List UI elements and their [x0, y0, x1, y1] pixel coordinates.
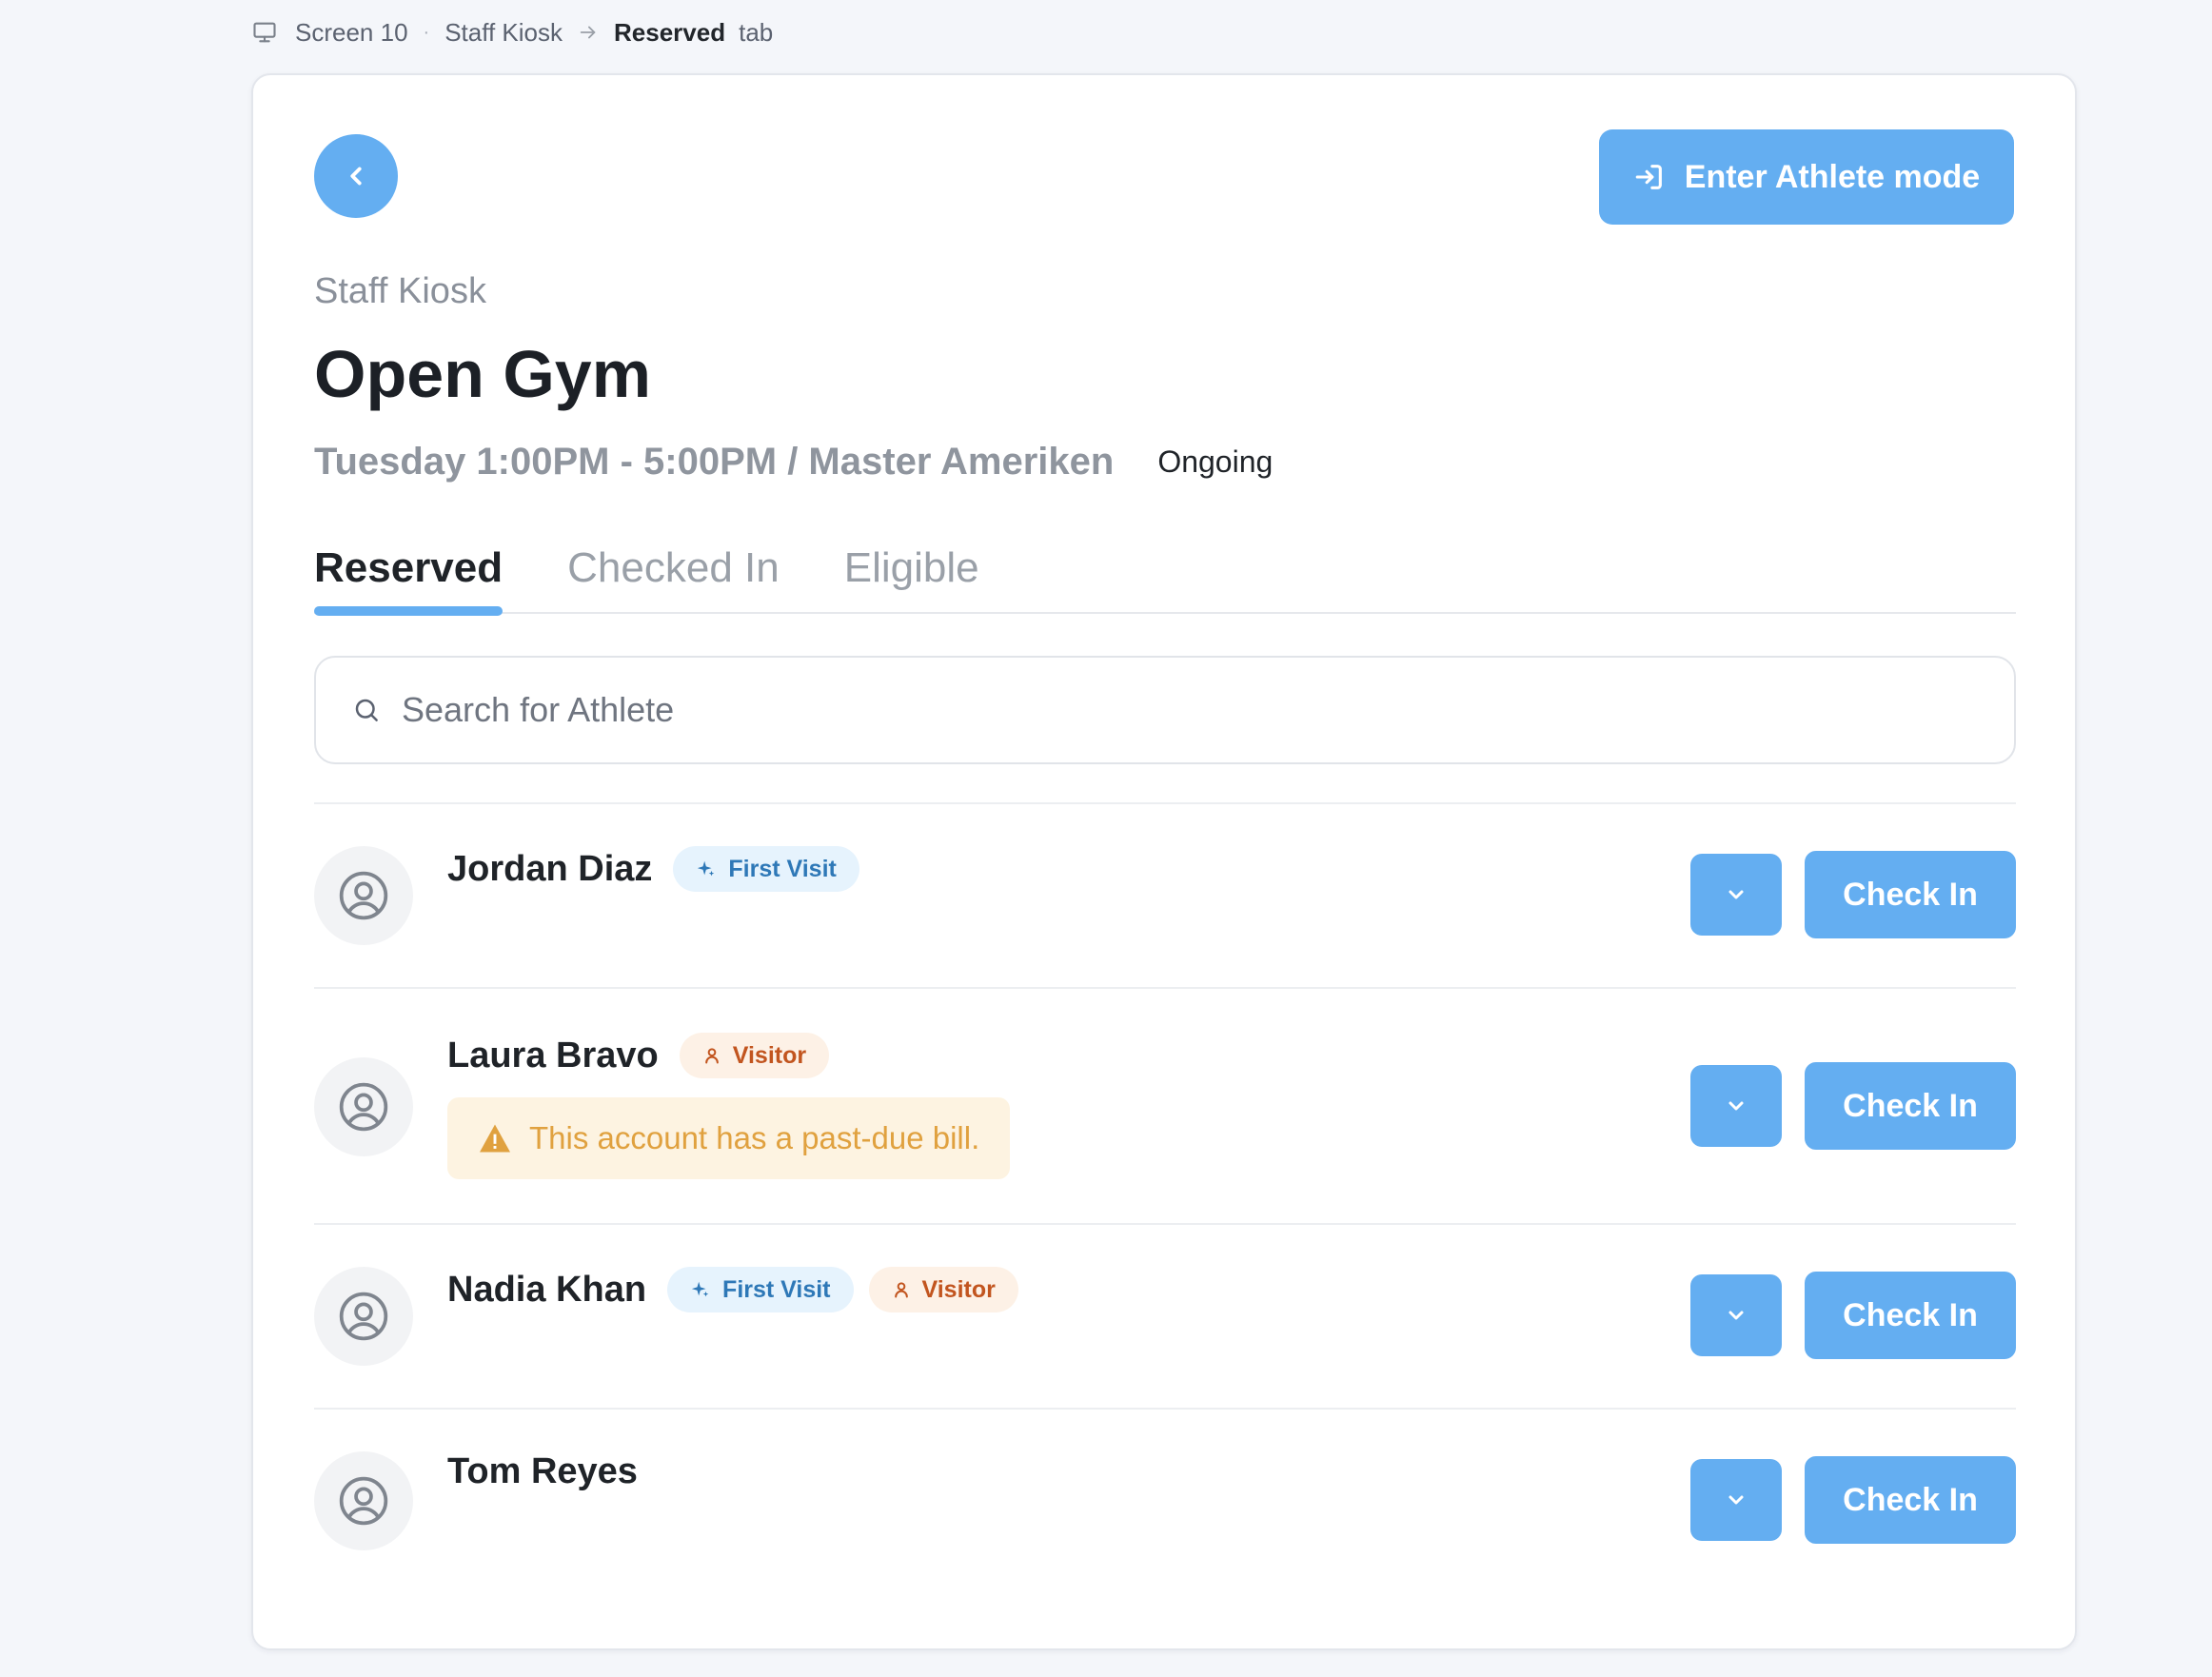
badge-label: Visitor	[732, 1041, 807, 1069]
enter-athlete-mode-label: Enter Athlete mode	[1684, 158, 1981, 195]
tab-checked-in[interactable]: Checked In	[567, 534, 780, 612]
athlete-name[interactable]: Nadia Khan	[447, 1270, 646, 1311]
user-icon	[892, 1280, 911, 1299]
warning-icon	[478, 1123, 512, 1154]
athlete-name-line: Jordan Diaz First Visit	[447, 846, 875, 892]
chevron-down-icon	[1725, 883, 1748, 906]
visitor-badge: Visitor	[679, 1033, 830, 1078]
chevron-down-icon	[1725, 1304, 1748, 1327]
search-box	[314, 656, 2016, 764]
page-title: Open Gym	[314, 337, 651, 411]
check-in-button[interactable]: Check In	[1805, 1062, 2016, 1150]
tab-bar: Reserved Checked In Eligible	[314, 534, 2016, 616]
user-circle-icon	[337, 1290, 390, 1343]
user-icon	[702, 1046, 721, 1065]
breadcrumb-current: Reserved	[614, 17, 726, 47]
user-circle-icon	[337, 1080, 390, 1134]
first-visit-badge: First Visit	[673, 846, 859, 892]
tab-reserved[interactable]: Reserved	[314, 534, 504, 616]
badge-label: First Visit	[728, 855, 837, 882]
athlete-name[interactable]: Tom Reyes	[447, 1451, 638, 1492]
visitor-badge: Visitor	[868, 1267, 1018, 1312]
breadcrumb-screen[interactable]: Screen 10	[295, 18, 408, 48]
chevron-left-icon	[342, 162, 370, 190]
avatar	[314, 846, 413, 945]
alert-message: This account has a past-due bill.	[529, 1120, 980, 1155]
page-eyebrow: Staff Kiosk	[314, 271, 486, 311]
avatar	[314, 1267, 413, 1366]
user-circle-icon	[337, 869, 390, 922]
tab-eligible[interactable]: Eligible	[844, 534, 979, 612]
athlete-name[interactable]: Jordan Diaz	[447, 849, 652, 890]
monitor-icon	[251, 19, 278, 46]
more-options-button[interactable]	[1690, 854, 1782, 936]
athlete-list: Jordan Diaz First Visit Check In Laura B…	[314, 802, 2016, 1592]
athlete-name-line: Nadia Khan First Visit Visitor	[447, 1267, 1034, 1312]
search-icon	[352, 696, 381, 724]
breadcrumb-section[interactable]: Staff Kiosk	[444, 18, 563, 48]
first-visit-badge: First Visit	[667, 1267, 854, 1312]
avatar	[314, 1451, 413, 1550]
athlete-name[interactable]: Laura Bravo	[447, 1036, 659, 1076]
back-button[interactable]	[314, 134, 398, 218]
athlete-name-line: Laura Bravo Visitor	[447, 1033, 844, 1078]
sign-in-icon	[1633, 161, 1666, 193]
more-options-button[interactable]	[1690, 1274, 1782, 1356]
avatar	[314, 1057, 413, 1156]
arrow-right-icon	[578, 22, 599, 43]
status-label: Ongoing	[1157, 444, 1274, 479]
athlete-row: Nadia Khan First Visit Visitor Check In	[314, 1223, 2016, 1408]
sparkle-icon	[696, 858, 717, 879]
athlete-row: Laura Bravo Visitor This account has a p…	[314, 987, 2016, 1223]
breadcrumb-suffix: tab	[739, 17, 774, 47]
sparkle-icon	[690, 1279, 711, 1300]
user-circle-icon	[337, 1474, 390, 1528]
class-schedule: Tuesday 1:00PM - 5:00PM / Master Amerike…	[314, 441, 1115, 483]
breadcrumb-separator: ·	[423, 21, 430, 43]
enter-athlete-mode-button[interactable]: Enter Athlete mode	[1599, 129, 2014, 225]
athlete-row: Tom Reyes Check In	[314, 1408, 2016, 1592]
badge-label: First Visit	[722, 1275, 831, 1303]
badge-label: Visitor	[921, 1275, 996, 1303]
athlete-row: Jordan Diaz First Visit Check In	[314, 802, 2016, 987]
chevron-down-icon	[1725, 1095, 1748, 1117]
kiosk-card: Enter Athlete mode Staff Kiosk Open Gym …	[251, 73, 2077, 1650]
more-options-button[interactable]	[1690, 1065, 1782, 1147]
chevron-down-icon	[1725, 1489, 1748, 1511]
more-options-button[interactable]	[1690, 1459, 1782, 1541]
check-in-button[interactable]: Check In	[1805, 851, 2016, 938]
athlete-name-line: Tom Reyes	[447, 1451, 659, 1492]
past-due-alert: This account has a past-due bill.	[447, 1097, 1011, 1179]
search-input[interactable]	[400, 689, 1926, 731]
check-in-button[interactable]: Check In	[1805, 1272, 2016, 1359]
class-info: Tuesday 1:00PM - 5:00PM / Master Amerike…	[314, 441, 1273, 483]
check-in-button[interactable]: Check In	[1805, 1456, 2016, 1544]
breadcrumb: Screen 10 · Staff Kiosk Reserved tab	[251, 13, 773, 51]
